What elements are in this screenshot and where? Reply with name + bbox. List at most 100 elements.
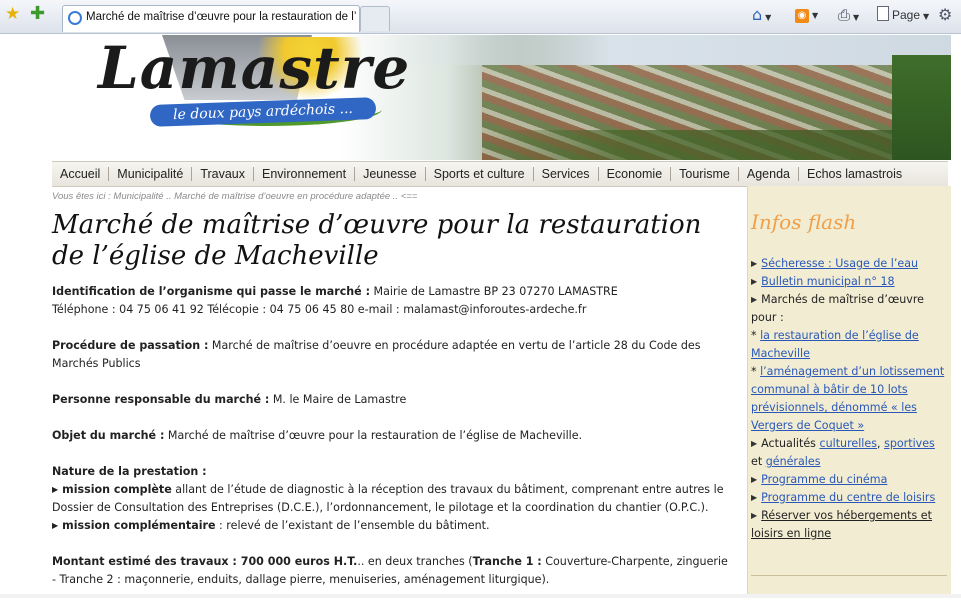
list-item: ▶ Marchés de maîtrise d’œuvre pour : — [751, 291, 947, 327]
nav-item-environnement[interactable]: Environnement — [254, 167, 356, 181]
nature-label: Nature de la prestation : — [52, 465, 207, 478]
list-item: ▶ Programme du cinéma — [751, 471, 947, 489]
gear-icon: ⚙ — [938, 5, 953, 24]
link-lotissement[interactable]: l’aménagement d’un lotissement communal … — [751, 365, 944, 432]
bullet-triangle-icon: ▶ — [751, 439, 758, 448]
object-label: Objet du marché : — [52, 429, 165, 442]
nav-item-services[interactable]: Services — [534, 167, 599, 181]
bullet-triangle-icon: ▶ — [751, 259, 758, 268]
mission1-label: mission complète — [62, 483, 172, 496]
ident-label: Identification de l’organisme qui passe … — [52, 285, 371, 298]
banner-hill — [892, 55, 951, 160]
bullet-triangle-icon: ▶ — [751, 475, 758, 484]
site-banner: Lamastre le doux pays ardéchois ... — [52, 35, 951, 160]
marches-label: Marchés de maîtrise d’œuvre pour : — [751, 293, 924, 324]
link-culturelles[interactable]: culturelles — [819, 437, 877, 450]
browser-tab[interactable]: Marché de maîtrise d’œuvre pour la resta… — [62, 5, 360, 32]
nav-item-jeunesse[interactable]: Jeunesse — [355, 167, 426, 181]
list-item: ▶ Réserver vos hébergements et loisirs en… — [751, 507, 947, 543]
nav-item-agenda[interactable]: Agenda — [739, 167, 799, 181]
feeds-button[interactable]: ◉ ▼ — [795, 6, 818, 25]
person-value: M. le Maire de Lamastre — [269, 393, 407, 406]
sidebar-title: Infos flash — [751, 210, 857, 234]
list-item: ▶ Sécheresse : Usage de l’eau — [751, 255, 947, 273]
add-favorite-icon[interactable]: ✚ — [30, 5, 45, 23]
tab-title: Marché de maîtrise d’œuvre pour la resta… — [86, 11, 356, 23]
nav-item-accueil[interactable]: Accueil — [52, 167, 110, 181]
site-logo[interactable]: Lamastre — [98, 35, 410, 103]
tranche1-label: Tranche 1 : — [472, 555, 542, 568]
breadcrumb[interactable]: Vous êtes ici : Municipalité .. Marché d… — [52, 191, 417, 202]
list-item: ▶ Actualités culturelles, sportives et gén… — [751, 435, 947, 471]
link-hebergements[interactable]: Réserver vos hébergements et loisirs en … — [751, 509, 932, 540]
link-sportives[interactable]: sportives — [884, 437, 935, 450]
page-menu-button[interactable]: Page ▼ — [877, 6, 929, 26]
procedure-paragraph: Procédure de passation : Marché de maîtr… — [52, 337, 732, 373]
browser-toolbar: ★ ✚ Marché de maîtrise d’œuvre pour la r… — [0, 0, 961, 34]
nav-item-sports-culture[interactable]: Sports et culture — [426, 167, 534, 181]
page-bottom-edge — [0, 594, 961, 598]
chevron-down-icon: ▼ — [853, 13, 860, 22]
actualites-label: Actualités — [761, 437, 820, 450]
link-bulletin[interactable]: Bulletin municipal n° 18 — [761, 275, 894, 288]
person-paragraph: Personne responsable du marché : M. le M… — [52, 391, 732, 409]
bullet-triangle-icon: ▶ — [751, 295, 758, 304]
new-tab-button[interactable] — [360, 6, 390, 31]
list-item: * l’aménagement d’un lotissement communa… — [751, 365, 945, 432]
page-title: Marché de maîtrise d’œuvre pour la resta… — [52, 210, 702, 271]
procedure-label: Procédure de passation : — [52, 339, 209, 352]
page-menu-label: Page — [892, 8, 921, 22]
bullet-triangle-icon: ▶ — [751, 511, 758, 520]
banner-sky — [382, 35, 951, 65]
chevron-down-icon: ▼ — [812, 11, 819, 20]
mission2-value: : relevé de l’existant de l’ensemble du … — [215, 519, 490, 532]
chevron-down-icon: ▼ — [923, 12, 930, 21]
link-centre-loisirs[interactable]: Programme du centre de loisirs — [761, 491, 935, 504]
nature-paragraph: Nature de la prestation : ▶ mission compl… — [52, 463, 732, 535]
nav-item-travaux[interactable]: Travaux — [192, 167, 255, 181]
bullet-triangle-icon: ▶ — [52, 521, 59, 530]
nav-item-tourisme[interactable]: Tourisme — [671, 167, 739, 181]
nav-item-municipalite[interactable]: Municipalité — [109, 167, 193, 181]
montant-rest: .. en deux tranches ( — [357, 555, 473, 568]
rss-icon: ◉ — [795, 9, 809, 23]
bullet-triangle-icon: ▶ — [751, 493, 758, 502]
ident-value: Mairie de Lamastre BP 23 07270 LAMASTRE — [370, 285, 618, 298]
printer-icon: ⎙ — [838, 6, 851, 24]
infos-flash-list: ▶ Sécheresse : Usage de l’eau ▶ Bulletin m… — [751, 255, 947, 543]
banner-trees — [482, 130, 951, 160]
montant-value: 700 000 euros H.T. — [236, 555, 358, 568]
montant-label: Montant estimé des travaux : — [52, 555, 237, 568]
home-button[interactable]: ⌂ ▼ — [752, 6, 771, 27]
main-nav: Accueil Municipalité Travaux Environneme… — [52, 161, 948, 187]
actualites-and: et — [751, 455, 766, 468]
mission2-label: mission complémentaire — [62, 519, 216, 532]
person-label: Personne responsable du marché : — [52, 393, 270, 406]
object-value: Marché de maîtrise d’œuvre pour la resta… — [164, 429, 583, 442]
home-icon: ⌂ — [752, 5, 763, 24]
link-restauration-eglise[interactable]: la restauration de l’église de Machevill… — [751, 329, 919, 360]
ident-contact: Téléphone : 04 75 06 41 92 Télécopie : 0… — [52, 303, 587, 316]
tools-button[interactable]: ⚙ — [938, 6, 952, 26]
object-paragraph: Objet du marché : Marché de maîtrise d’œ… — [52, 427, 732, 445]
ie-page-icon — [68, 11, 82, 25]
page-icon — [877, 6, 889, 21]
print-button[interactable]: ⎙ ▼ — [838, 6, 859, 27]
nav-item-economie[interactable]: Economie — [599, 167, 672, 181]
link-cinema[interactable]: Programme du cinéma — [761, 473, 887, 486]
main-content: Identification de l’organisme qui passe … — [52, 283, 732, 607]
favorites-star-icon[interactable]: ★ — [5, 6, 20, 23]
sidebar-infos-flash: Infos flash ▶ Sécheresse : Usage de l’eau… — [747, 186, 951, 598]
montant-paragraph: Montant estimé des travaux : 700 000 eur… — [52, 553, 732, 589]
link-generales[interactable]: générales — [766, 455, 821, 468]
bullet-triangle-icon: ▶ — [751, 277, 758, 286]
bullet-triangle-icon: ▶ — [52, 485, 59, 494]
actualites-sep: , — [877, 437, 885, 450]
list-item: ▶ Bulletin municipal n° 18 — [751, 273, 947, 291]
chevron-down-icon: ▼ — [765, 13, 772, 22]
ident-paragraph: Identification de l’organisme qui passe … — [52, 283, 732, 319]
link-secheresse[interactable]: Sécheresse : Usage de l’eau — [761, 257, 918, 270]
nav-item-echos[interactable]: Echos lamastrois — [799, 167, 910, 181]
list-item: ▶ Programme du centre de loisirs — [751, 489, 947, 507]
list-item: * la restauration de l’église de Machevi… — [751, 329, 919, 360]
